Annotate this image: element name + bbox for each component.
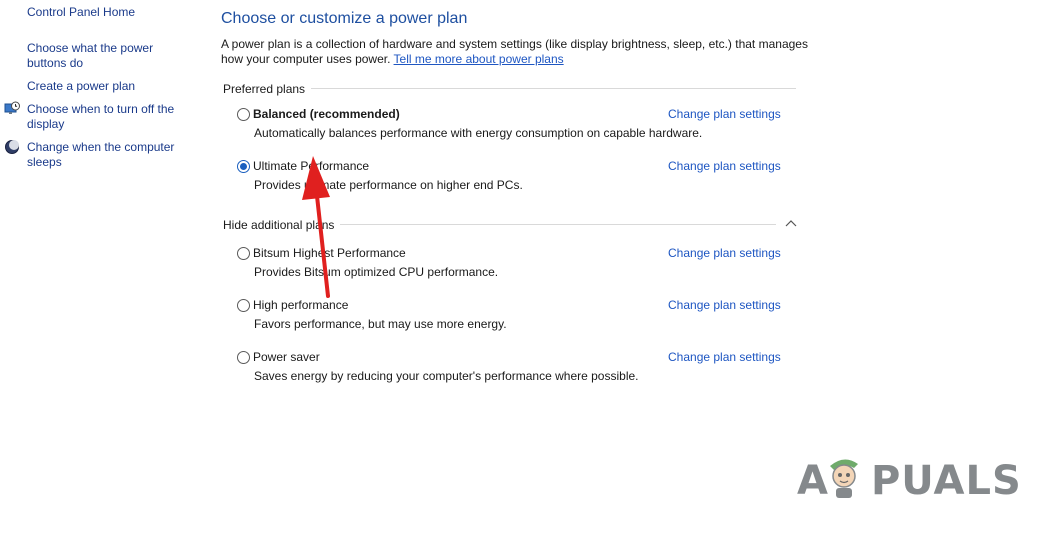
change-plan-settings-saver[interactable]: Change plan settings: [668, 350, 781, 364]
plan-desc-balanced: Automatically balances performance with …: [254, 126, 703, 140]
radio-high-performance[interactable]: [237, 299, 250, 312]
plan-name-bitsum[interactable]: Bitsum Highest Performance: [253, 246, 406, 260]
plan-desc-ultimate-performance: Provides ultimate performance on higher …: [254, 178, 523, 192]
preferred-plans-label: Preferred plans: [223, 82, 312, 96]
chevron-up-icon[interactable]: [785, 219, 797, 227]
radio-balanced[interactable]: [237, 108, 250, 121]
mascot-logo: [830, 459, 858, 498]
radio-bitsum[interactable]: [237, 247, 250, 260]
change-plan-settings-high[interactable]: Change plan settings: [668, 298, 781, 312]
plan-name-ultimate-performance[interactable]: Ultimate Performance: [253, 159, 369, 173]
divider: [226, 88, 796, 89]
plan-desc-power-saver: Saves energy by reducing your computer's…: [254, 369, 639, 383]
radio-ultimate-performance[interactable]: [237, 160, 250, 173]
page-description: A power plan is a collection of hardware…: [221, 37, 811, 67]
plan-name-balanced[interactable]: Balanced (recommended): [253, 107, 400, 121]
learn-more-link[interactable]: Tell me more about power plans: [394, 52, 564, 66]
change-plan-settings-balanced[interactable]: Change plan settings: [668, 107, 781, 121]
radio-power-saver[interactable]: [237, 351, 250, 364]
page-title: Choose or customize a power plan: [221, 10, 468, 27]
plan-name-high-performance[interactable]: High performance: [253, 298, 348, 312]
change-plan-settings-bitsum[interactable]: Change plan settings: [668, 246, 781, 260]
change-plan-settings-ultimate[interactable]: Change plan settings: [668, 159, 781, 173]
plan-desc-high-performance: Favors performance, but may use more ene…: [254, 317, 507, 331]
hide-additional-plans-label[interactable]: Hide additional plans: [223, 218, 341, 232]
plan-desc-bitsum: Provides Bitsum optimized CPU performanc…: [254, 265, 499, 279]
plan-name-power-saver[interactable]: Power saver: [253, 350, 320, 364]
